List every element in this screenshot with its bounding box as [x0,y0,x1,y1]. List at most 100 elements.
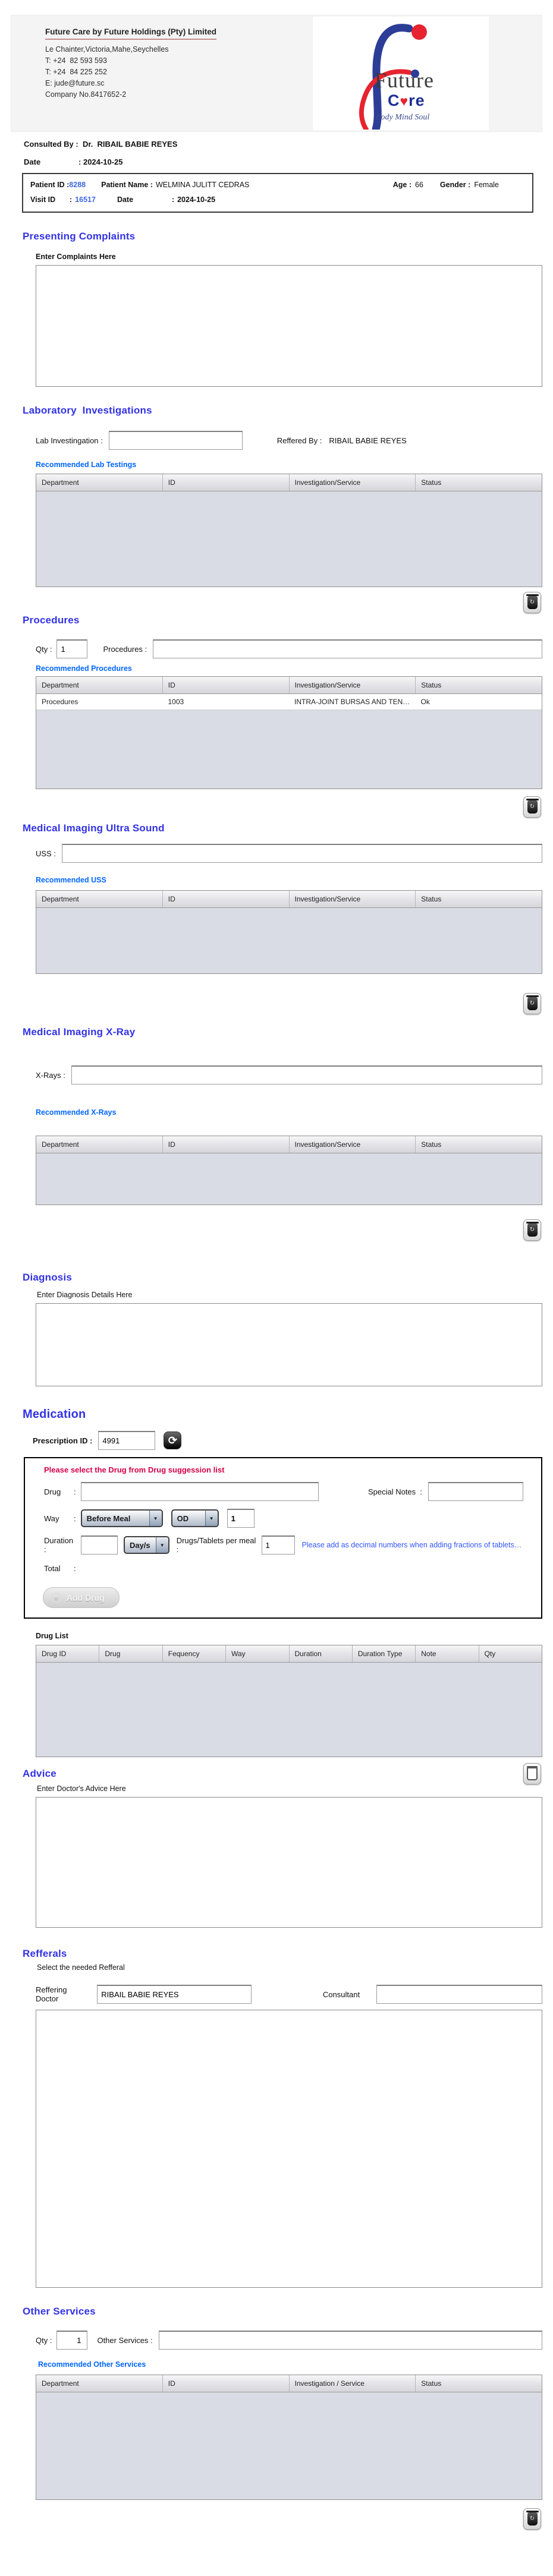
patient-info-box: Patient ID : 8288 Patient Name : WELMINA… [22,173,533,213]
date-label: Date [24,157,41,166]
recommended-xrays-link[interactable]: Recommended X-Rays [36,1108,553,1117]
age-value: 66 [415,181,423,189]
lab-delete-button[interactable]: ↻ [523,592,541,613]
column-header: Investigation / Service [290,2375,416,2392]
procedures-delete-button[interactable]: ↻ [523,796,541,818]
procedures-table-row[interactable]: Procedures 1003 INTRA-JOINT BURSAS AND T… [36,694,542,710]
trash-icon: ↻ [526,799,539,814]
xray-input[interactable] [71,1065,542,1084]
other-services-table-body[interactable] [36,2392,542,2499]
xray-delete-button[interactable]: ↻ [523,1219,541,1241]
procedures-qty-label: Qty : [36,644,52,654]
procedures-input[interactable] [153,639,542,658]
referring-doctor-label: Reffering Doctor [36,1985,67,2003]
other-services-title: Other Services [23,2306,96,2317]
other-qty-input[interactable] [56,2331,88,2350]
drug-list-table-body[interactable] [36,1663,542,1757]
diagnosis-title: Diagnosis [23,1272,73,1283]
column-header: Department [36,474,163,491]
add-drug-button[interactable]: + Add Drug [43,1587,120,1608]
patient-row-2: Visit ID : 16517 Date : 2024-10-25 [30,196,525,204]
uss-table-body[interactable] [36,908,542,973]
duration-input[interactable] [80,1535,118,1555]
trash-icon: ↻ [526,1222,539,1237]
column-header: Qty [484,1650,496,1658]
section-other-services: Other Services Qty : Other Services : Re… [0,2306,553,2530]
consultant-input[interactable] [376,1985,542,2004]
other-services-delete-button[interactable]: ↻ [523,2508,541,2530]
column-header: Department [36,677,163,693]
logo-word-care: C♥re [388,92,425,110]
section-medication: Medication Prescription ID : ⟳ Please se… [0,1408,553,1784]
logo-care-re: re [409,92,425,109]
recommended-lab-testings-link[interactable]: Recommended Lab Testings [36,461,553,469]
procedures-title: Procedures [23,614,80,626]
column-header: ID [163,677,290,693]
per-meal-label: Drugs/Tablets per meal : [176,1536,256,1554]
other-services-label: Other Services : [97,2335,153,2345]
address-line: Le Chainter,Victoria,Mahe,Seychelles [45,45,169,53]
section-advice: Advice Enter Doctor's Advice Here [0,1768,553,1928]
column-header: Duration Type [353,1645,416,1662]
refresh-prescription-button[interactable]: ⟳ [164,1432,182,1449]
prescription-id-label: Prescription ID : [33,1436,93,1445]
xray-table-body[interactable] [36,1153,542,1205]
duration-unit-select[interactable]: Day/s ▼ [123,1536,169,1554]
consultant-label: Consultant [322,1989,360,1999]
way-qty-input[interactable] [227,1509,254,1528]
section-ultrasound: Medical Imaging Ultra Sound USS : Recomm… [0,822,553,1014]
section-xray: Medical Imaging X-Ray X-Rays : Recommend… [0,1026,553,1241]
consulted-by-row: Consulted By : Dr. RIBAIL BABIE REYES [24,140,553,149]
decimal-hint-text: Please add as decimal numbers when addin… [301,1541,523,1549]
cell-status: Ok [420,698,430,706]
visit-date-colon: : [171,196,175,204]
procedures-qty-input[interactable] [56,639,88,658]
duration-label: Duration : [44,1536,74,1554]
uss-input[interactable] [61,844,542,863]
referrals-listbox[interactable] [36,2010,542,2288]
diagnosis-textarea[interactable] [36,1303,542,1386]
age-label: Age : [392,181,411,189]
xray-table-header: Department ID Investigation/Service Stat… [36,1136,542,1153]
drug-input[interactable] [80,1482,319,1501]
recommended-other-services-link[interactable]: Recommended Other Services [38,2360,553,2369]
per-meal-input[interactable] [261,1535,295,1555]
ultrasound-title: Medical Imaging Ultra Sound [23,822,165,834]
phone-line-1: T: +24 82 593 593 [45,56,107,65]
advice-textarea[interactable] [36,1797,542,1928]
gender-value: Female [474,181,499,189]
visit-date-label: Date [117,196,134,204]
recommended-procedures-link[interactable]: Recommended Procedures [36,664,553,673]
date-row: Date: 2024-10-25 [24,157,553,166]
trash-icon: ↻ [526,594,539,609]
meal-select[interactable]: Before Meal ▼ [80,1509,163,1527]
visit-id-value: 16517 [75,196,96,204]
date-value: 2024-10-25 [83,157,123,166]
lab-table-header: Department ID Investigation/Service Stat… [36,474,542,491]
trash-icon: ↻ [526,995,539,1010]
duration-unit-value: Day/s [129,1540,150,1550]
lab-table-body[interactable] [36,491,542,587]
frequency-select-value: OD [177,1514,189,1523]
referring-doctor-input[interactable] [97,1985,252,2004]
drug-list-delete-button[interactable] [523,1763,541,1784]
other-services-input[interactable] [158,2331,542,2350]
column-header: ID [163,891,290,907]
procedures-table-body[interactable] [36,710,542,789]
procedures-label: Procedures : [103,644,147,654]
prescription-id-input[interactable] [98,1431,156,1450]
frequency-select[interactable]: OD ▼ [171,1509,219,1527]
recommended-uss-link[interactable]: Recommended USS [36,876,553,884]
uss-delete-button[interactable]: ↻ [523,993,541,1014]
section-laboratory-investigations: Laboratory Investigations Lab Investinga… [0,405,553,613]
total-label: Total [44,1564,61,1573]
cell-id: 1003 [168,698,184,706]
column-header: Fequency [163,1645,227,1662]
special-notes-input[interactable] [428,1482,523,1501]
medication-title: Medication [23,1408,86,1421]
medication-entry-box: Please select the Drug from Drug suggess… [24,1457,542,1619]
lab-investigation-input[interactable] [108,431,243,450]
complaints-textarea[interactable] [36,265,542,387]
patient-row-1: Patient ID : 8288 Patient Name : WELMINA… [30,181,525,189]
lab-investigation-label: Lab Investingation : [36,436,103,445]
